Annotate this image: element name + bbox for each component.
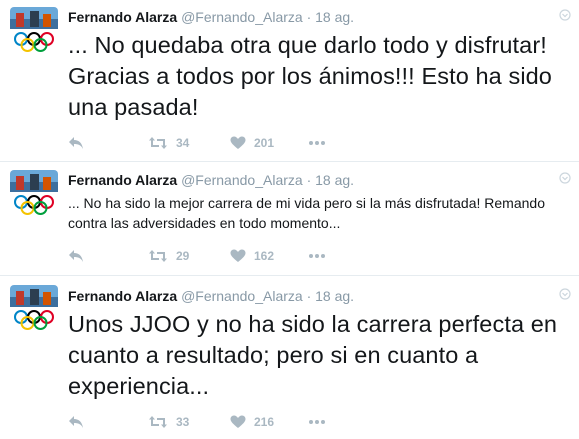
tweet-text: ... No quedaba otra que darlo todo y dis… [68, 32, 552, 120]
like-icon [230, 136, 246, 150]
like-count: 162 [254, 249, 275, 263]
retweet-icon [148, 415, 168, 429]
caret-icon[interactable] [559, 171, 571, 184]
reply-icon [68, 415, 84, 429]
timeline: Fernando Alarza @Fernando_Alarza · 18 ag… [0, 0, 579, 439]
like-icon [230, 415, 246, 429]
retweet-count: 29 [176, 249, 190, 263]
caret-icon[interactable] [559, 8, 571, 21]
tweet-text: Unos JJOO y no ha sido la carrera perfec… [68, 311, 558, 399]
timestamp[interactable]: 18 ag. [315, 288, 354, 304]
tweet-actions: 29 162 [68, 246, 368, 266]
reply-button[interactable] [68, 246, 84, 266]
timestamp[interactable]: 18 ag. [315, 172, 354, 188]
author-name[interactable]: Fernando Alarza [68, 9, 177, 25]
author-handle[interactable]: @Fernando_Alarza [181, 288, 303, 304]
caret-icon[interactable] [559, 287, 571, 300]
more-icon [308, 419, 326, 425]
retweet-button[interactable]: 29 [148, 246, 189, 266]
tweet[interactable]: Fernando Alarza @Fernando_Alarza · 18 ag… [0, 0, 579, 162]
more-button[interactable] [308, 246, 326, 266]
like-count: 216 [254, 415, 275, 429]
avatar[interactable] [10, 285, 58, 333]
tweet-actions: 34 201 [68, 133, 368, 153]
author-name[interactable]: Fernando Alarza [68, 172, 177, 188]
more-button[interactable] [308, 133, 326, 153]
tweet-actions: 33 216 [68, 412, 368, 432]
retweet-count: 33 [176, 415, 190, 429]
timestamp[interactable]: 18 ag. [315, 9, 354, 25]
separator: · [306, 9, 312, 25]
retweet-icon [148, 249, 168, 263]
tweet-header: Fernando Alarza @Fernando_Alarza · 18 ag… [68, 287, 354, 305]
retweet-button[interactable]: 34 [148, 133, 189, 153]
more-button[interactable] [308, 412, 326, 432]
separator: · [306, 288, 312, 304]
like-button[interactable]: 162 [230, 246, 274, 266]
more-icon [308, 140, 326, 146]
like-count: 201 [254, 136, 275, 150]
separator: · [306, 172, 312, 188]
tweet-header: Fernando Alarza @Fernando_Alarza · 18 ag… [68, 8, 354, 26]
reply-icon [68, 249, 84, 263]
tweet-text: ... No ha sido la mejor carrera de mi vi… [68, 195, 545, 231]
avatar[interactable] [10, 170, 58, 218]
retweet-button[interactable]: 33 [148, 412, 189, 432]
author-handle[interactable]: @Fernando_Alarza [181, 9, 303, 25]
more-icon [308, 253, 326, 259]
like-icon [230, 249, 246, 263]
reply-button[interactable] [68, 412, 84, 432]
retweet-count: 34 [176, 136, 190, 150]
reply-button[interactable] [68, 133, 84, 153]
author-handle[interactable]: @Fernando_Alarza [181, 172, 303, 188]
tweet-header: Fernando Alarza @Fernando_Alarza · 18 ag… [68, 171, 354, 189]
avatar[interactable] [10, 7, 58, 55]
tweet[interactable]: Fernando Alarza @Fernando_Alarza · 18 ag… [0, 163, 579, 276]
reply-icon [68, 136, 84, 150]
like-button[interactable]: 216 [230, 412, 274, 432]
retweet-icon [148, 136, 168, 150]
like-button[interactable]: 201 [230, 133, 274, 153]
author-name[interactable]: Fernando Alarza [68, 288, 177, 304]
tweet[interactable]: Fernando Alarza @Fernando_Alarza · 18 ag… [0, 277, 579, 439]
